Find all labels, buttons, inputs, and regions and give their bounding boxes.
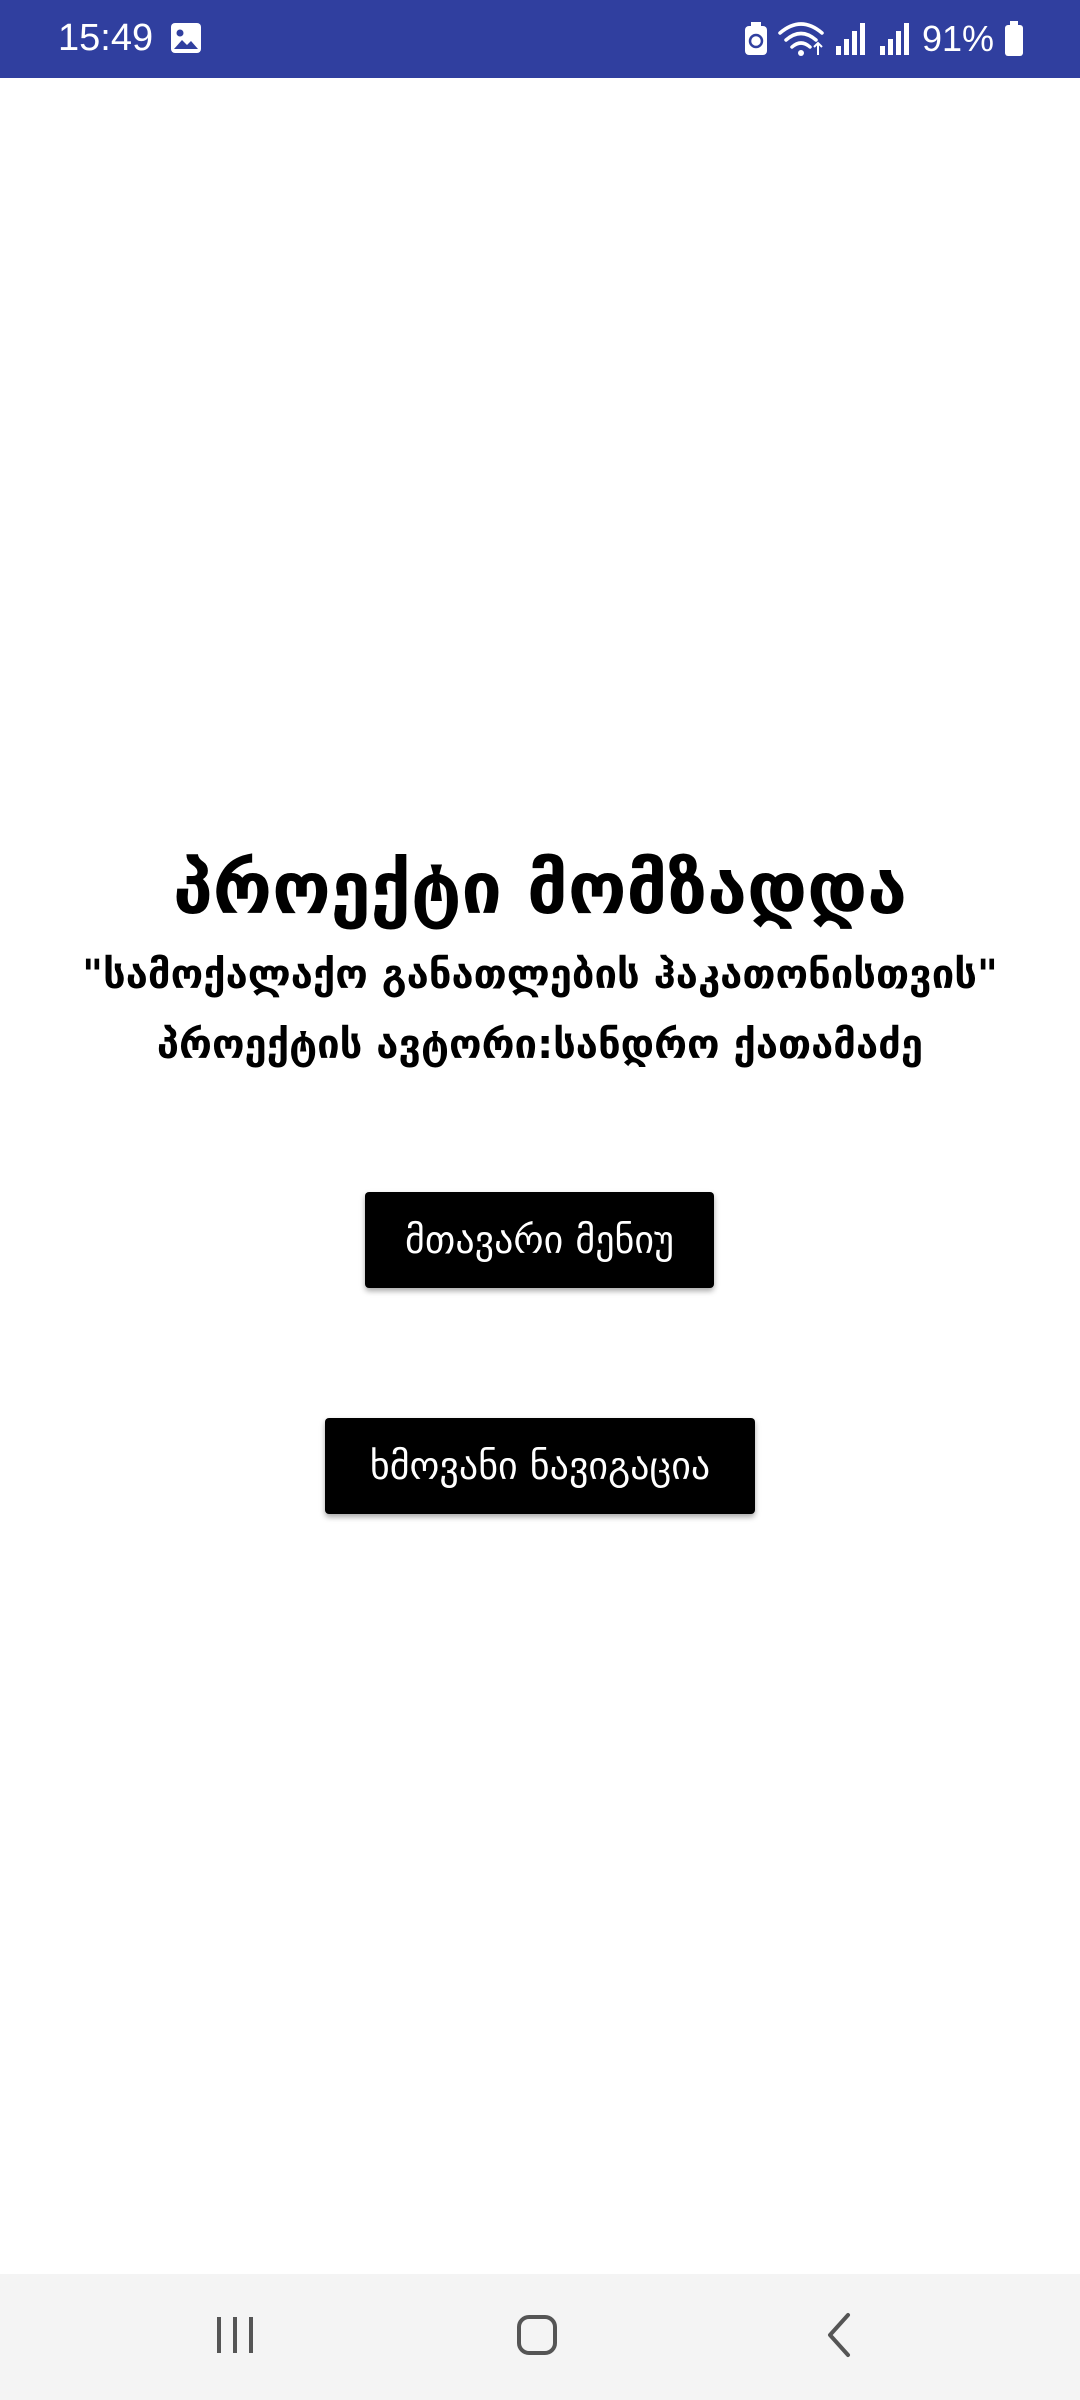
- signal-icon: [834, 22, 868, 56]
- home-icon: [515, 2313, 559, 2361]
- battery-percent: 91%: [921, 18, 994, 59]
- battery-icon: [1004, 21, 1024, 57]
- recents-icon: [213, 2313, 257, 2361]
- main-content: პროექტი მომზადდა "სამოქალაქო განათლების …: [0, 78, 1080, 2274]
- recents-button[interactable]: [135, 2274, 335, 2400]
- back-button[interactable]: [740, 2274, 940, 2400]
- main-menu-button[interactable]: მთავარი მენიუ: [365, 1192, 714, 1288]
- navigation-bar: [0, 2274, 1080, 2400]
- screen: 15:49 91% პროექტი მომზადდა "სამოქალაქო გ…: [0, 0, 1080, 2400]
- page-subtitle: "სამოქალაქო განათლების ჰაკათონისთვის": [82, 952, 998, 998]
- gallery-icon: [170, 22, 202, 54]
- page-title: პროექტი მომზადდა: [172, 846, 908, 930]
- author-text: პროექტის ავტორი:სანდრო ქათამაძე: [156, 1022, 924, 1068]
- status-time: 15:49: [58, 17, 154, 59]
- wifi-icon: [778, 21, 824, 57]
- status-bar: 15:49 91%: [0, 0, 1080, 78]
- voice-navigation-button[interactable]: ხმოვანი ნავიგაცია: [325, 1418, 755, 1514]
- signal-icon: [878, 22, 912, 56]
- status-right-icons: 91%: [744, 14, 1024, 64]
- home-button[interactable]: [437, 2274, 637, 2400]
- battery-saver-icon: [744, 22, 768, 56]
- back-icon: [818, 2311, 862, 2363]
